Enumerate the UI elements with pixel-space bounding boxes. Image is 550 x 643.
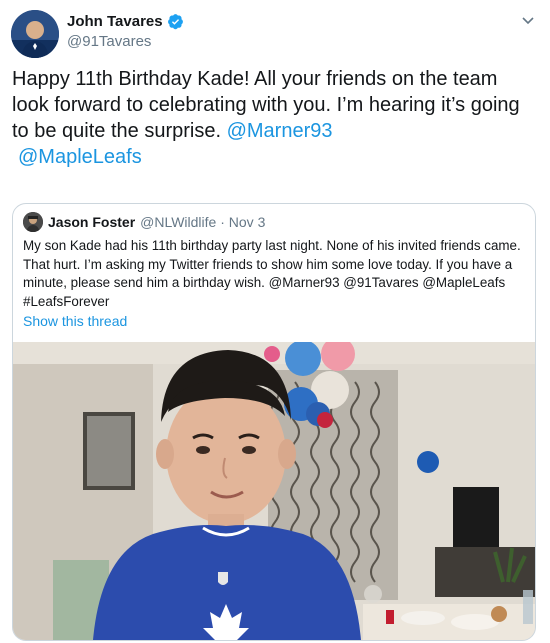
author-name-row[interactable]: John Tavares [67,13,184,30]
author-info: John Tavares @91Tavares [67,13,184,50]
quoted-date: Nov 3 [228,214,266,230]
author-name[interactable]: John Tavares [67,13,163,30]
quoted-header: Jason Foster @NLWildlife · Nov 3 [23,212,265,232]
author-handle[interactable]: @91Tavares [67,33,184,50]
tweet-text: Happy 11th Birthday Kade! All your frien… [12,66,537,170]
mention-link[interactable]: @MapleLeafs [18,146,142,168]
quoted-tweet[interactable]: Jason Foster @NLWildlife · Nov 3 My son … [12,203,536,641]
quoted-author-handle: @NLWildlife [140,214,217,230]
tweet-card: John Tavares @91Tavares Happy 11th Birth… [0,0,550,643]
quoted-photo[interactable] [13,337,535,640]
quoted-author-name: Jason Foster [48,214,136,230]
show-thread-link[interactable]: Show this thread [23,313,127,329]
dot-separator: · [216,214,229,230]
mention-link[interactable]: @Marner93 [227,120,333,142]
author-avatar[interactable] [11,10,59,58]
verified-badge-icon [167,13,184,30]
chevron-down-icon[interactable] [520,12,536,28]
quoted-avatar [23,212,43,232]
quoted-text: My son Kade had his 11th birthday party … [23,238,521,309]
